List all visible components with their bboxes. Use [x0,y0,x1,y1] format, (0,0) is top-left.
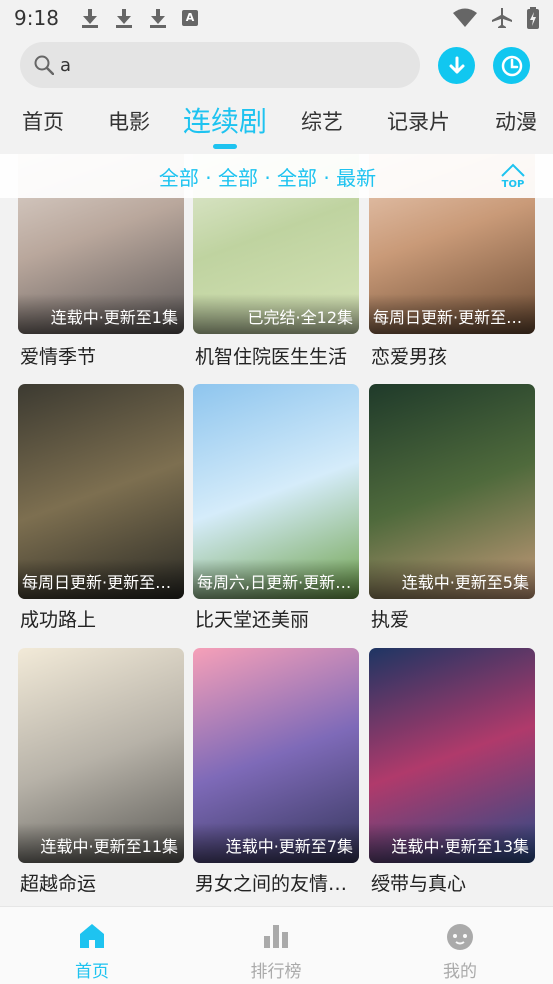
filter-bar: 全部 · 全部 · 全部 · 最新 TOP [0,154,553,198]
episode-status: 已完结·全12集 [247,308,353,327]
episode-status: 连载中·更新至1集 [50,308,178,327]
download-notification-icon [114,7,134,29]
poster[interactable]: 每周六,日更新·更新至10集 [193,384,359,599]
active-tab-indicator [213,144,237,149]
series-card[interactable]: 连载中·更新至5集 执爱 [369,384,535,631]
status-notifications: A [80,7,198,29]
search-input[interactable] [60,54,380,76]
ranking-icon [264,925,288,948]
poster[interactable]: 连载中·更新至7集 [193,648,359,863]
episode-status: 连载中·更新至7集 [225,837,353,856]
series-card[interactable]: 连载中·更新至7集 男女之间的友情存在吗？ [193,648,361,895]
series-card[interactable]: 连载中·更新至13集 绶带与真心 [369,648,535,895]
tab-documentary[interactable]: 记录片 [387,106,450,136]
download-notification-icon [80,7,100,29]
category-tabs: 首页 电影 连续剧 综艺 记录片 动漫 [0,98,553,149]
history-button[interactable] [493,47,530,84]
clock-icon [501,55,522,76]
header: 首页 电影 连续剧 综艺 记录片 动漫 [0,36,553,154]
profile-icon [447,924,473,950]
poster[interactable]: 连载中·更新至13集 [369,648,535,863]
episode-status: 连载中·更新至5集 [401,573,529,592]
series-card[interactable]: 连载中·更新至11集 超越命运 [18,648,184,895]
home-icon [80,924,104,948]
tab-variety[interactable]: 综艺 [301,106,343,136]
nav-home-label: 首页 [75,962,109,982]
download-button[interactable] [438,47,475,84]
back-to-top-button[interactable]: TOP [499,162,527,192]
poster[interactable]: 连载中·更新至11集 [18,648,184,863]
back-to-top-label: TOP [501,179,525,190]
nav-home[interactable]: 首页 [47,921,137,982]
app-notification-icon: A [182,10,198,26]
series-title[interactable]: 执爱 [371,605,537,632]
filter-selection[interactable]: 全部 · 全部 · 全部 · 最新 [0,162,535,191]
download-notification-icon [148,7,168,29]
search-icon [34,55,54,75]
tab-home[interactable]: 首页 [22,106,64,136]
series-card[interactable]: 每周日更新·更新至12集 成功路上 [18,384,184,631]
battery-charging-icon [527,7,539,29]
series-title[interactable]: 男女之间的友情存在吗？ [195,869,361,896]
episode-status: 连载中·更新至11集 [40,837,178,856]
episode-status: 每周日更新·更新至10集 [373,308,529,327]
series-title[interactable]: 超越命运 [20,869,186,896]
series-title[interactable]: 机智住院医生生活 [195,342,361,369]
chevron-up-icon [501,163,525,177]
nav-profile[interactable]: 我的 [415,921,505,982]
tab-series[interactable]: 连续剧 [183,100,267,140]
series-title[interactable]: 绶带与真心 [371,869,537,896]
series-grid: 连载中·更新至1集 爱情季节 已完结·全12集 机智住院医生生活 每周日更新·更… [0,154,553,906]
wifi-icon [453,8,477,27]
tab-anime[interactable]: 动漫 [495,106,537,136]
episode-status: 每周日更新·更新至12集 [22,573,178,592]
airplane-icon [492,8,512,28]
series-title[interactable]: 比天堂还美丽 [195,605,361,632]
poster[interactable]: 每周日更新·更新至12集 [18,384,184,599]
nav-profile-label: 我的 [443,962,477,982]
episode-status: 每周六,日更新·更新至10集 [197,573,353,592]
bottom-navigation: 首页 排行榜 我的 [0,906,553,984]
series-title[interactable]: 爱情季节 [20,342,186,369]
status-time: 9:18 [14,6,59,30]
status-bar: 9:18 A [0,0,553,36]
series-title[interactable]: 恋爱男孩 [371,342,537,369]
episode-status: 连载中·更新至13集 [391,837,529,856]
search-bar[interactable] [20,42,420,88]
tab-movies[interactable]: 电影 [108,106,150,136]
download-icon [449,56,464,73]
series-card[interactable]: 每周六,日更新·更新至10集 比天堂还美丽 [193,384,359,631]
nav-ranking-label: 排行榜 [250,962,302,982]
nav-ranking[interactable]: 排行榜 [231,921,321,982]
status-system-icons [453,7,539,29]
poster[interactable]: 连载中·更新至5集 [369,384,535,599]
series-title[interactable]: 成功路上 [20,605,186,632]
